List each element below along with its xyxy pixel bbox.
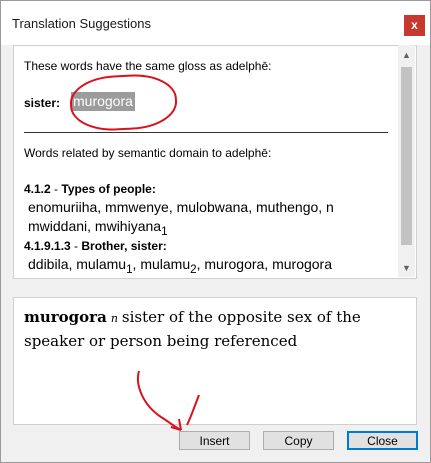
scrollbar-thumb[interactable] bbox=[401, 67, 412, 245]
scroll-down-icon[interactable]: ▼ bbox=[402, 263, 411, 273]
translation-suggestions-dialog: Translation Suggestions x These words ha… bbox=[0, 0, 431, 463]
domain-words[interactable]: mwiddani, mwihiyana1 bbox=[28, 218, 168, 238]
suggestions-panel[interactable]: These words have the same gloss as adelp… bbox=[13, 45, 417, 279]
divider bbox=[24, 132, 388, 133]
gloss-label: sister: bbox=[24, 96, 61, 110]
definition-panel: murogora n sister of the opposite sex of t… bbox=[13, 297, 417, 425]
copy-button[interactable]: Copy bbox=[263, 431, 334, 450]
window-title: Translation Suggestions bbox=[12, 16, 151, 31]
definition-text: murogora n sister of the opposite sex of t… bbox=[24, 306, 404, 352]
red-arrow-annotation bbox=[137, 370, 200, 431]
close-button[interactable]: Close bbox=[347, 431, 418, 450]
gloss-line: sister of the opposite sex of the bbox=[121, 308, 361, 326]
red-circle-annotation bbox=[68, 72, 179, 133]
title-bar: Translation Suggestions x bbox=[1, 1, 430, 45]
same-gloss-intro: These words have the same gloss as adelp… bbox=[24, 59, 272, 73]
semantic-intro: Words related by semantic domain to adel… bbox=[24, 146, 272, 160]
domain-words[interactable]: ddibila, mulamu1, mulamu2, murogora, mur… bbox=[28, 256, 332, 276]
domain-words[interactable]: enomuriiha, mmwenye, mulobwana, muthengo… bbox=[28, 199, 334, 215]
insert-button[interactable]: Insert bbox=[179, 431, 250, 450]
part-of-speech: n bbox=[110, 312, 118, 325]
close-window-button[interactable]: x bbox=[404, 15, 425, 36]
close-icon: x bbox=[411, 18, 418, 32]
domain-heading: 4.1.9.1.3 - Brother, sister: bbox=[24, 239, 167, 253]
headword: murogora bbox=[24, 308, 107, 326]
vertical-scrollbar[interactable]: ▲ ▼ bbox=[398, 45, 415, 277]
scroll-up-icon[interactable]: ▲ bbox=[402, 50, 411, 60]
domain-heading: 4.1.2 - Types of people: bbox=[24, 182, 156, 196]
gloss-line: speaker or person being referenced bbox=[24, 332, 298, 350]
